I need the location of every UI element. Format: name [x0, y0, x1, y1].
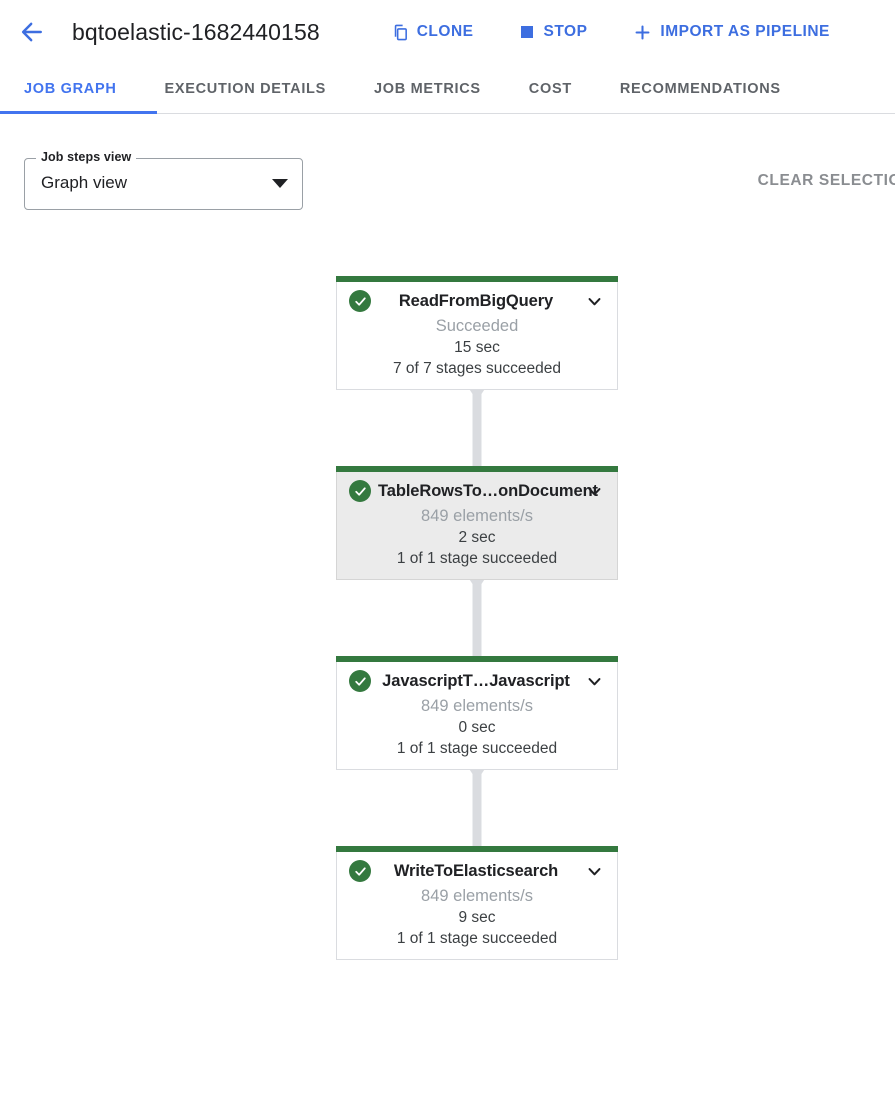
graph-node[interactable]: TableRowsTo…onDocument 849 elements/s 2 … — [336, 466, 618, 580]
stop-square-icon — [519, 24, 535, 40]
graph-node[interactable]: JavascriptT…Javascript 849 elements/s 0 … — [336, 656, 618, 770]
node-title: TableRowsTo…onDocument — [378, 481, 598, 500]
job-steps-view-label: Job steps view — [36, 150, 137, 164]
chevron-down-icon[interactable] — [583, 670, 605, 692]
back-button[interactable] — [8, 8, 56, 56]
stop-button[interactable]: STOP — [507, 15, 599, 49]
tab-job-metrics-label: JOB METRICS — [374, 80, 481, 97]
graph-node[interactable]: WriteToElasticsearch 849 elements/s 9 se… — [336, 846, 618, 960]
node-header: TableRowsTo…onDocument — [337, 472, 617, 506]
node-subtitle: 849 elements/s — [421, 887, 533, 905]
tab-execution-details[interactable]: EXECUTION DETAILS — [141, 64, 350, 113]
import-as-pipeline-button[interactable]: IMPORT AS PIPELINE — [621, 15, 841, 50]
arrow-left-icon — [18, 18, 46, 46]
node-stages: 1 of 1 stage succeeded — [396, 930, 558, 947]
plus-icon — [633, 23, 652, 42]
clone-icon — [392, 24, 409, 41]
node-duration: 15 sec — [454, 339, 500, 356]
chevron-down-icon[interactable] — [583, 860, 605, 882]
node-subtitle: 849 elements/s — [421, 697, 533, 715]
chevron-down-icon[interactable] — [583, 290, 605, 312]
node-title: WriteToElasticsearch — [393, 861, 559, 880]
node-duration: 9 sec — [458, 909, 496, 926]
node-stages: 1 of 1 stage succeeded — [396, 740, 558, 757]
node-stages: 1 of 1 stage succeeded — [396, 550, 558, 567]
node-duration: 2 sec — [458, 529, 496, 546]
node-title: JavascriptT…Javascript — [382, 671, 570, 690]
chevron-down-icon — [272, 179, 288, 188]
job-steps-view-value: Graph view — [41, 173, 127, 192]
check-circle-icon — [349, 290, 371, 312]
check-circle-icon — [349, 860, 371, 882]
check-circle-icon — [349, 480, 371, 502]
node-header: ReadFromBigQuery — [337, 282, 617, 316]
job-graph-page: bqtoelastic-1682440158 CLONE STOP IMPORT… — [0, 0, 895, 1109]
tab-job-metrics[interactable]: JOB METRICS — [350, 64, 505, 113]
tab-bar: JOB GRAPH EXECUTION DETAILS JOB METRICS … — [0, 64, 895, 114]
tab-job-graph[interactable]: JOB GRAPH — [0, 64, 141, 113]
chevron-down-icon[interactable] — [583, 480, 605, 502]
tab-cost-label: COST — [528, 80, 572, 97]
controls-row: Job steps view Graph view CLEAR SELECTIO… — [0, 114, 895, 214]
page-header: bqtoelastic-1682440158 CLONE STOP IMPORT… — [0, 0, 895, 64]
job-graph-canvas: ReadFromBigQuery Succeeded 15 sec 7 of 7… — [0, 214, 895, 1109]
tab-recommendations[interactable]: RECOMMENDATIONS — [596, 64, 805, 113]
clone-button[interactable]: CLONE — [380, 15, 486, 49]
tab-recommendations-label: RECOMMENDATIONS — [619, 80, 781, 97]
tab-cost[interactable]: COST — [505, 64, 596, 113]
job-steps-view-select[interactable]: Job steps view Graph view — [24, 150, 303, 210]
stop-button-label: STOP — [543, 23, 588, 40]
node-header: JavascriptT…Javascript — [337, 662, 617, 696]
node-header: WriteToElasticsearch — [337, 852, 617, 886]
header-actions: CLONE STOP IMPORT AS PIPELINE — [380, 15, 842, 50]
check-circle-icon — [349, 670, 371, 692]
clear-selection-button[interactable]: CLEAR SELECTION — [758, 172, 895, 190]
page-title: bqtoelastic-1682440158 — [72, 18, 320, 45]
graph-node[interactable]: ReadFromBigQuery Succeeded 15 sec 7 of 7… — [336, 276, 618, 390]
tab-execution-details-label: EXECUTION DETAILS — [164, 80, 326, 97]
node-subtitle: 849 elements/s — [421, 507, 533, 525]
import-as-pipeline-button-label: IMPORT AS PIPELINE — [660, 23, 830, 40]
node-duration: 0 sec — [458, 719, 496, 736]
node-title: ReadFromBigQuery — [398, 291, 554, 310]
clone-button-label: CLONE — [416, 23, 474, 40]
tab-job-graph-label: JOB GRAPH — [24, 80, 117, 97]
node-stages: 7 of 7 stages succeeded — [392, 360, 562, 377]
node-subtitle: Succeeded — [435, 317, 519, 335]
